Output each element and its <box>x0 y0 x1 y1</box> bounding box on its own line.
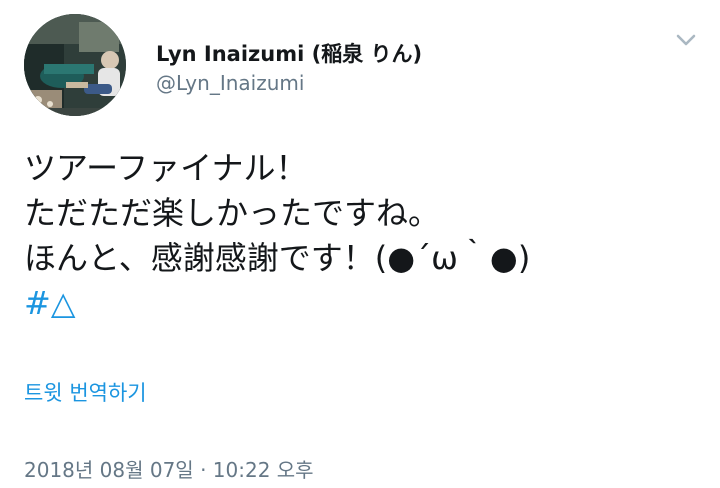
tweet-menu-button[interactable] <box>672 28 700 52</box>
tweet-line: ツアーファイナル！ <box>24 149 308 187</box>
tweet-timestamp[interactable]: 2018년 08월 07일 · 10:22 오후 <box>24 454 314 483</box>
avatar[interactable] <box>24 14 126 116</box>
tweet-text: ツアーファイナル！ ただただ楽しかったですね。 ほんと、感謝感謝です！(●´ω｀… <box>24 146 704 326</box>
tweet-line: ほんと、感謝感謝です！(●´ω｀●) <box>24 239 531 277</box>
tweet-line: ただただ楽しかったですね。 <box>24 194 441 232</box>
chevron-down-icon <box>676 34 696 46</box>
display-name[interactable]: Lyn Inaizumi (稲泉 りん) <box>156 38 422 68</box>
hashtag-link[interactable]: #△ <box>24 284 75 322</box>
user-handle[interactable]: @Lyn_Inaizumi <box>156 71 304 95</box>
translate-tweet-link[interactable]: 트윗 번역하기 <box>24 377 147 407</box>
profile-photo <box>24 14 126 116</box>
